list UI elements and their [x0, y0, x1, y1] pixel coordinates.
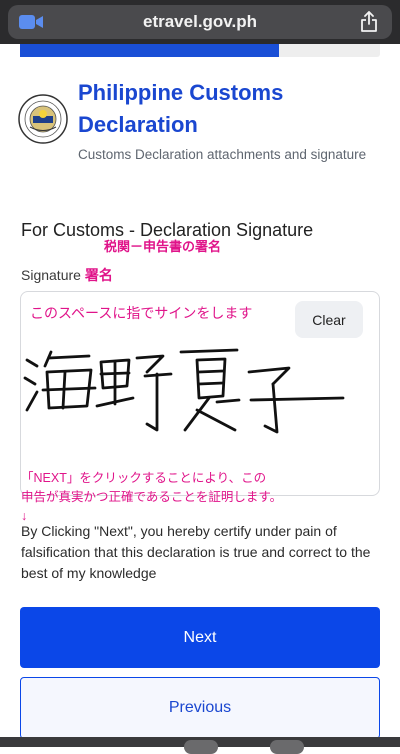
page-subtitle: Customs Declaration attachments and sign…	[78, 147, 367, 162]
annotation-certify-line2: 申告が真実かつ正確であることを証明します。	[21, 490, 283, 504]
bottom-control[interactable]	[184, 740, 218, 754]
annotation-certify-jp: 「NEXT」をクリックすることにより、この 申告が真実かつ正確であることを証明し…	[21, 469, 391, 526]
bottom-control[interactable]	[270, 740, 304, 754]
url-text: etravel.gov.ph	[143, 12, 257, 31]
share-icon[interactable]	[360, 11, 378, 33]
progress-bar	[20, 44, 380, 57]
browser-toolbar: etravel.gov.ph	[0, 0, 400, 44]
progress-fill	[20, 44, 280, 57]
clear-button[interactable]: Clear	[295, 301, 363, 338]
certification-text: By Clicking "Next", you hereby certify u…	[21, 523, 371, 581]
address-bar[interactable]: etravel.gov.ph	[8, 5, 392, 39]
previous-button[interactable]: Previous	[20, 677, 380, 739]
browser-bottom-bar	[0, 737, 400, 754]
page-title: Philippine Customs Declaration	[78, 80, 284, 137]
bureau-of-customs-seal-logo	[18, 94, 68, 144]
annotation-heading-jp: 税関－申告書の署名	[104, 239, 222, 254]
next-button[interactable]: Next	[20, 607, 380, 668]
signature-label-text: Signature	[21, 267, 81, 283]
annotation-pad-jp: このスペースに指でサインをします	[30, 305, 253, 321]
signature-label: Signature 署名	[21, 265, 113, 285]
annotation-certify-line1: 「NEXT」をクリックすることにより、この	[21, 471, 267, 485]
signature-label-jp: 署名	[84, 267, 113, 283]
